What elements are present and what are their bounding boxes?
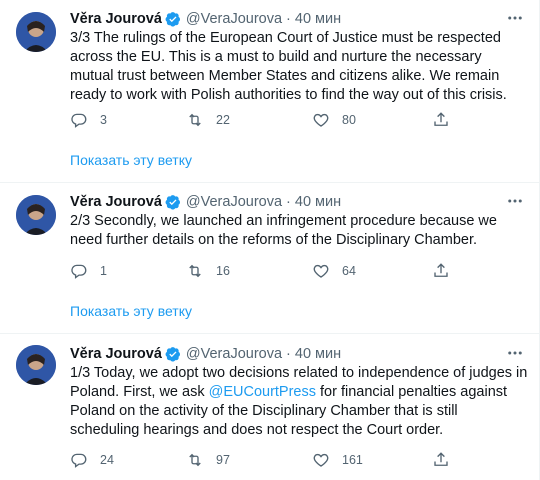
tweet-header: Věra Jourová @VeraJourova · 40 мин bbox=[70, 192, 341, 212]
retweet-icon bbox=[189, 264, 201, 278]
like-button[interactable]: 161 bbox=[312, 450, 363, 470]
retweet-count: 22 bbox=[216, 113, 230, 127]
separator-dot: · bbox=[286, 194, 291, 210]
avatar-image bbox=[16, 12, 56, 52]
timestamp[interactable]: 40 мин bbox=[295, 11, 341, 27]
share-button[interactable] bbox=[432, 110, 450, 130]
reply-icon bbox=[71, 113, 87, 128]
like-count: 80 bbox=[342, 113, 356, 127]
reply-icon bbox=[71, 264, 87, 279]
like-icon bbox=[313, 113, 329, 127]
like-count: 64 bbox=[342, 264, 356, 278]
separator-dot: · bbox=[286, 11, 291, 27]
retweet-count: 97 bbox=[216, 453, 230, 467]
retweet-count: 16 bbox=[216, 264, 230, 278]
action-bar: 3 22 80 bbox=[70, 110, 460, 130]
share-icon bbox=[434, 263, 448, 277]
reply-button[interactable]: 3 bbox=[70, 110, 107, 130]
timeline: Věra Jourová @VeraJourova · 40 мин 3/3 T… bbox=[0, 0, 540, 480]
retweet-icon bbox=[189, 113, 201, 127]
tweet[interactable]: Věra Jourová @VeraJourova · 40 мин 3/3 T… bbox=[0, 0, 539, 182]
show-thread-link[interactable]: Показать эту ветку bbox=[70, 303, 192, 319]
tweet[interactable]: Věra Jourová @VeraJourova · 40 мин 1/3 T… bbox=[0, 333, 539, 480]
tweet[interactable]: Věra Jourová @VeraJourova · 40 мин 2/3 S… bbox=[0, 182, 539, 333]
avatar[interactable] bbox=[16, 345, 56, 385]
more-icon[interactable] bbox=[505, 343, 525, 363]
reply-count: 3 bbox=[100, 113, 107, 127]
share-button[interactable] bbox=[432, 261, 450, 281]
verified-badge-icon bbox=[165, 347, 180, 362]
more-icon[interactable] bbox=[505, 191, 525, 211]
avatar-image bbox=[16, 345, 56, 385]
author-handle[interactable]: @VeraJourova bbox=[186, 194, 282, 210]
author-name[interactable]: Věra Jourová bbox=[70, 346, 162, 362]
tweet-text: 1/3 Today, we adopt two decisions relate… bbox=[70, 364, 528, 440]
author-handle[interactable]: @VeraJourova bbox=[186, 11, 282, 27]
retweet-button[interactable]: 22 bbox=[186, 110, 230, 130]
retweet-icon bbox=[189, 453, 201, 467]
share-icon bbox=[434, 112, 448, 126]
timestamp[interactable]: 40 мин bbox=[295, 346, 341, 362]
like-button[interactable]: 80 bbox=[312, 110, 356, 130]
reply-button[interactable]: 1 bbox=[70, 261, 107, 281]
reply-icon bbox=[71, 453, 87, 468]
share-button[interactable] bbox=[432, 450, 450, 470]
author-name[interactable]: Věra Jourová bbox=[70, 194, 162, 210]
tweet-text: 3/3 The rulings of the European Court of… bbox=[70, 30, 507, 103]
retweet-button[interactable]: 16 bbox=[186, 261, 230, 281]
like-button[interactable]: 64 bbox=[312, 261, 356, 281]
tweet-header: Věra Jourová @VeraJourova · 40 мин bbox=[70, 344, 341, 364]
like-icon bbox=[313, 453, 329, 467]
verified-badge-icon bbox=[165, 12, 180, 27]
more-icon[interactable] bbox=[505, 8, 525, 28]
tweet-header: Věra Jourová @VeraJourova · 40 мин bbox=[70, 9, 341, 29]
action-bar: 24 97 161 bbox=[70, 450, 460, 470]
like-icon bbox=[313, 264, 329, 278]
like-count: 161 bbox=[342, 453, 363, 467]
action-bar: 1 16 64 bbox=[70, 261, 460, 281]
timestamp[interactable]: 40 мин bbox=[295, 194, 341, 210]
avatar[interactable] bbox=[16, 195, 56, 235]
verified-badge-icon bbox=[165, 195, 180, 210]
reply-button[interactable]: 24 bbox=[70, 450, 114, 470]
separator-dot: · bbox=[286, 346, 291, 362]
reply-count: 1 bbox=[100, 264, 107, 278]
share-icon bbox=[434, 452, 448, 466]
author-handle[interactable]: @VeraJourova bbox=[186, 346, 282, 362]
avatar[interactable] bbox=[16, 12, 56, 52]
author-name[interactable]: Věra Jourová bbox=[70, 11, 162, 27]
retweet-button[interactable]: 97 bbox=[186, 450, 230, 470]
show-thread-link[interactable]: Показать эту ветку bbox=[70, 152, 192, 168]
mention-link[interactable]: @EUCourtPress bbox=[209, 384, 316, 400]
reply-count: 24 bbox=[100, 453, 114, 467]
avatar-image bbox=[16, 195, 56, 235]
tweet-text: 2/3 Secondly, we launched an infringemen… bbox=[70, 213, 497, 248]
